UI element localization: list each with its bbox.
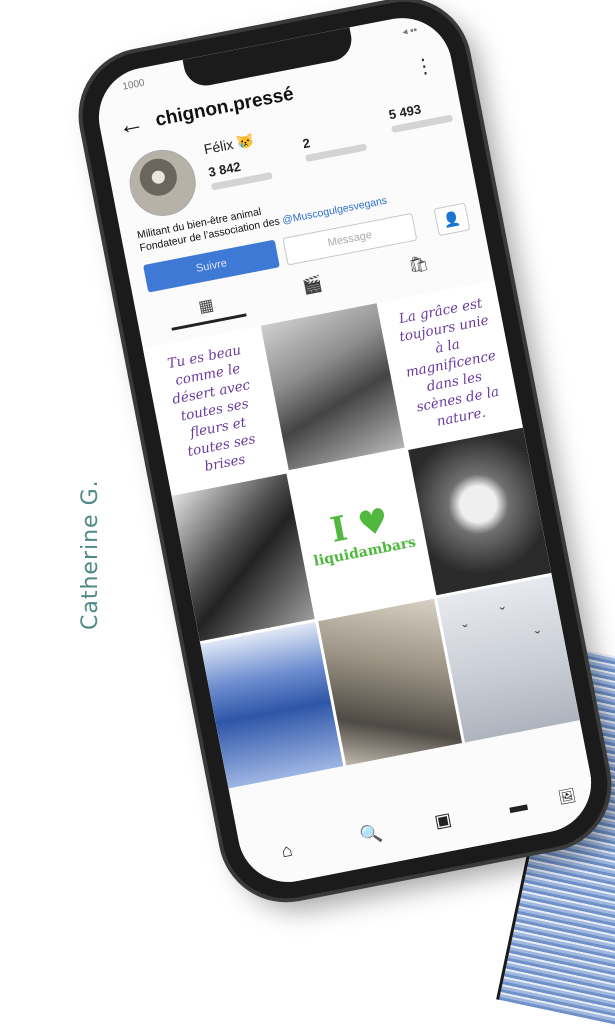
shop-icon[interactable]: ▬ xyxy=(507,794,529,818)
profile-username: chignon.pressé xyxy=(153,83,296,131)
stat-following[interactable]: 5 493 xyxy=(387,96,454,134)
tab-reels[interactable]: 🎬 xyxy=(257,265,367,305)
post-quote-desert[interactable]: Tu es beau comme le désert avec toutes s… xyxy=(142,326,287,494)
tab-tagged[interactable]: 🛍 xyxy=(364,244,474,284)
image-icon[interactable]: 🖼 xyxy=(557,786,578,806)
artist-signature: Catherine G. xyxy=(78,479,103,630)
phone-screen: 1000 ◂ ▪▪ ← chignon.pressé ⋮ Félix 😿 3 8… xyxy=(90,9,600,891)
quote-grace-text: La grâce est toujours unie à la magnific… xyxy=(397,294,501,430)
bird-mark: ˇ xyxy=(461,622,471,641)
post-grid: Tu es beau comme le désert avec toutes s… xyxy=(142,280,580,789)
quote-desert-text: Tu es beau comme le désert avec toutes s… xyxy=(166,341,257,475)
phone-frame: 1000 ◂ ▪▪ ← chignon.pressé ⋮ Félix 😿 3 8… xyxy=(71,0,615,910)
post-dog-engraving[interactable] xyxy=(261,303,405,471)
display-name-emoji: 😿 xyxy=(235,131,256,151)
post-liquidambars-logo[interactable]: I ♥ liquidambars xyxy=(289,450,434,618)
tab-grid[interactable]: ▦ xyxy=(151,286,261,326)
post-quote-grace[interactable]: La grâce est toujours unie à la magnific… xyxy=(379,280,523,448)
post-dog-sketch[interactable] xyxy=(318,598,462,766)
stat-followers[interactable]: 2 xyxy=(301,125,368,163)
grid-icon: ▦ xyxy=(197,296,216,317)
bird-mark: ˇ xyxy=(499,605,508,623)
bird-mark: ˇ xyxy=(534,628,543,647)
more-options-icon[interactable]: ⋮ xyxy=(412,52,436,80)
post-dog-closeup[interactable] xyxy=(407,427,552,595)
tagged-icon: 🛍 xyxy=(407,254,431,276)
post-birds-sky[interactable]: ˇ ˇ ˇ xyxy=(436,575,580,743)
home-icon[interactable]: ⌂ xyxy=(280,840,295,863)
display-name: Félix 😿 xyxy=(203,132,256,158)
status-time: 1000 xyxy=(121,77,146,93)
post-eagle-engraving[interactable] xyxy=(171,473,315,641)
reels-nav-icon[interactable]: ▣ xyxy=(433,809,454,833)
back-arrow-icon[interactable]: ← xyxy=(115,107,146,141)
reels-icon: 🎬 xyxy=(301,275,324,296)
stat-posts[interactable]: 3 842 xyxy=(207,153,273,191)
search-icon[interactable]: 🔍 xyxy=(358,822,384,847)
avatar[interactable] xyxy=(123,144,202,222)
post-blue-seascape[interactable] xyxy=(200,621,344,789)
add-friend-icon[interactable]: 👤 xyxy=(433,202,471,237)
status-icons: ◂ ▪▪ xyxy=(401,24,419,39)
display-name-text: Félix xyxy=(202,135,235,158)
